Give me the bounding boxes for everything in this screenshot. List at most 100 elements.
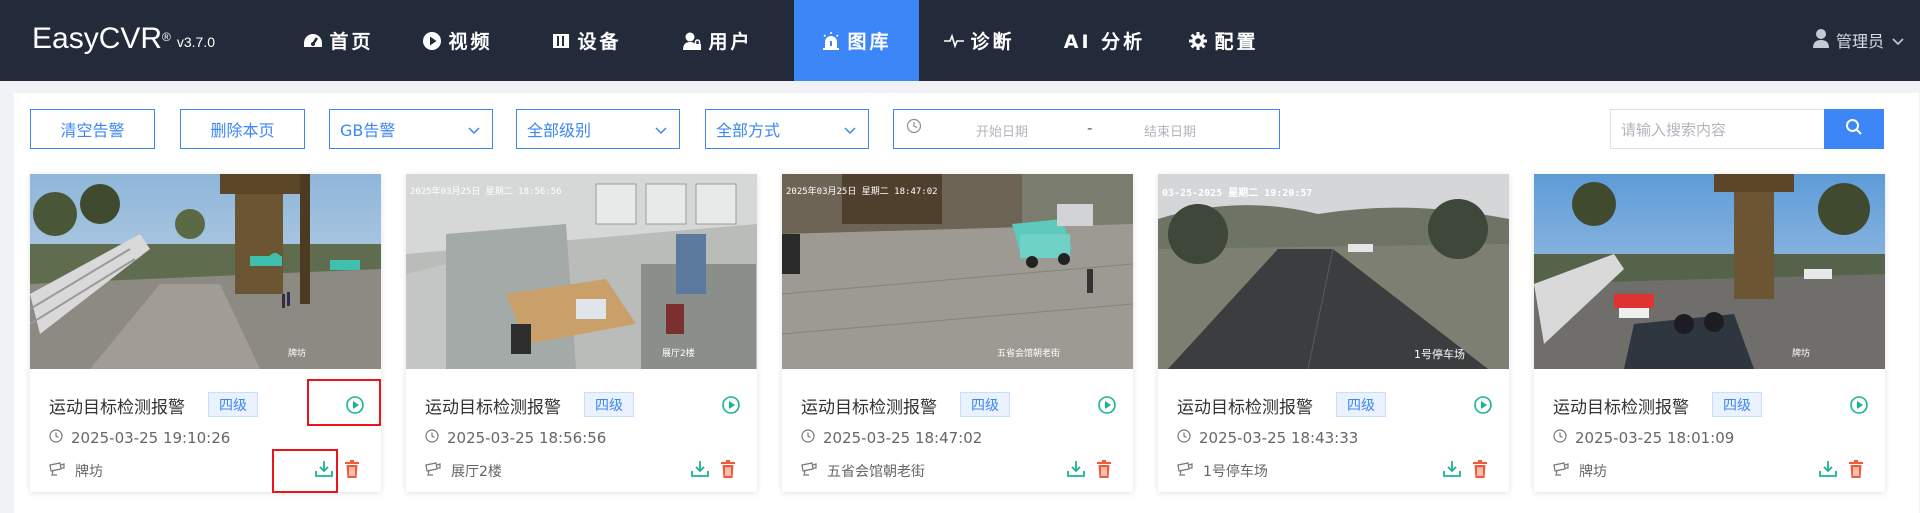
method-select[interactable]: 全部方式	[705, 109, 869, 149]
trash-icon[interactable]	[1094, 459, 1114, 479]
chevron-down-icon	[468, 122, 480, 141]
alarm-title: 运动目标检测报警	[1553, 398, 1689, 418]
alarm-type-select[interactable]: GB告警	[329, 109, 493, 149]
video-timestamp: 03-25-2025 星期二 19:20:57	[1162, 188, 1313, 199]
alarm-title: 运动目标检测报警	[49, 398, 185, 418]
overlay-location: 牌坊	[1792, 349, 1811, 359]
download-icon[interactable]	[1818, 459, 1838, 479]
alarm-location: 1号停车场	[1177, 461, 1268, 481]
overlay-location: 五省会馆朝老街	[997, 349, 1061, 359]
download-icon[interactable]	[1442, 459, 1462, 479]
chevron-down-icon	[655, 122, 667, 141]
video-timestamp: 2025年03月25日 星期二 18:56:56	[410, 187, 562, 197]
play-icon[interactable]	[1473, 395, 1493, 415]
alarm-card[interactable]: 牌坊 运动目标检测报警 四级 2025-03-25 18:01:09 牌坊	[1534, 174, 1885, 492]
play-icon[interactable]	[1097, 395, 1117, 415]
alarm-location: 牌坊	[1553, 461, 1607, 481]
search-icon	[1845, 118, 1863, 140]
clock-icon	[1553, 429, 1567, 447]
camera-icon	[49, 462, 65, 480]
alarm-card[interactable]: 2025年03月25日 星期二 18:47:02 五省会馆朝老街 运动目标检测报…	[782, 174, 1133, 492]
nav-diagnosis[interactable]: 诊断	[917, 0, 1042, 81]
level-select[interactable]: 全部级别	[516, 109, 680, 149]
video-timestamp: 2025年03月25日 星期二 18:47:02	[786, 187, 938, 197]
alarm-time: 2025-03-25 19:10:26	[49, 429, 230, 447]
trash-icon[interactable]	[1470, 459, 1490, 479]
snapshot-image[interactable]: 2025年03月25日 星期二 18:56:56 展厅2楼	[406, 174, 757, 369]
alarm-time: 2025-03-25 18:01:09	[1553, 429, 1734, 447]
level-badge: 四级	[960, 392, 1010, 417]
alarm-title: 运动目标检测报警	[801, 398, 937, 418]
app-logo: EasyCVR	[32, 22, 163, 55]
nav-ai-analysis[interactable]: AI 分析	[1042, 0, 1167, 81]
overlay-location: 1号停车场	[1414, 348, 1465, 361]
device-icon	[551, 31, 571, 51]
clear-alarms-button[interactable]: 清空告警	[30, 109, 155, 149]
top-navbar: EasyCVR ® v3.7.0 首页 视频 设备 用户 图库 诊断 AI 分析…	[0, 0, 1920, 81]
nav-config[interactable]: 配置	[1161, 0, 1286, 81]
play-icon[interactable]	[721, 395, 741, 415]
app-version: ® v3.7.0	[162, 30, 215, 50]
alarm-card[interactable]: 2025年03月25日 星期二 18:56:56 展厅2楼 运动目标检测报警 四…	[406, 174, 757, 492]
chevron-down-icon	[1892, 31, 1904, 50]
camera-icon	[425, 462, 441, 480]
main-nav: 首页 视频 设备 用户 图库 诊断 AI 分析 配置	[260, 0, 1286, 81]
play-icon[interactable]	[1849, 395, 1869, 415]
alarm-icon	[821, 31, 841, 51]
date-separator: -	[1087, 119, 1093, 137]
snapshot-image[interactable]: 03-25-2025 星期二 19:20:57 1号停车场	[1158, 174, 1509, 369]
level-badge: 四级	[1336, 392, 1386, 417]
download-icon[interactable]	[1066, 459, 1086, 479]
alarm-time: 2025-03-25 18:47:02	[801, 429, 982, 447]
delete-page-button[interactable]: 删除本页	[180, 109, 305, 149]
user-lock-icon	[682, 31, 702, 51]
nav-gallery[interactable]: 图库	[794, 0, 919, 81]
alarm-location: 五省会馆朝老街	[801, 461, 925, 481]
trash-icon[interactable]	[342, 459, 362, 479]
clock-icon	[801, 429, 815, 447]
camera-icon	[1553, 462, 1569, 480]
alarm-card[interactable]: 03-25-2025 星期二 19:20:57 1号停车场 运动目标检测报警 四…	[1158, 174, 1509, 492]
download-icon[interactable]	[690, 459, 710, 479]
alarm-time: 2025-03-25 18:43:33	[1177, 429, 1358, 447]
level-badge: 四级	[208, 392, 258, 417]
end-date-input[interactable]: 结束日期	[1144, 121, 1196, 140]
overlay-location: 牌坊	[288, 349, 307, 359]
snapshot-image[interactable]: 牌坊	[1534, 174, 1885, 369]
date-range-picker[interactable]: 开始日期 - 结束日期	[893, 109, 1280, 149]
highlight-box-play	[307, 379, 381, 426]
alarm-title: 运动目标检测报警	[1177, 398, 1313, 418]
clock-icon	[49, 429, 63, 447]
highlight-box-download	[272, 449, 338, 493]
trash-icon[interactable]	[1846, 459, 1866, 479]
chevron-down-icon	[844, 122, 856, 141]
camera-icon	[1177, 462, 1193, 480]
camera-icon	[801, 462, 817, 480]
dashboard-icon	[303, 31, 323, 51]
snapshot-image[interactable]: 2025年03月25日 星期二 18:47:02 五省会馆朝老街	[782, 174, 1133, 369]
alarm-card[interactable]: 牌坊 运动目标检测报警 四级 2025-03-25 19:10:26 牌坊	[30, 174, 381, 492]
alarm-time: 2025-03-25 18:56:56	[425, 429, 606, 447]
search-button[interactable]	[1824, 109, 1884, 149]
play-circle-icon	[422, 31, 442, 51]
level-badge: 四级	[1712, 392, 1762, 417]
user-name: 管理员	[1835, 32, 1884, 51]
pulse-icon	[944, 31, 965, 51]
snapshot-image[interactable]: 牌坊	[30, 174, 381, 369]
clock-icon	[1177, 429, 1191, 447]
alarm-location: 展厅2楼	[425, 461, 502, 481]
nav-video[interactable]: 视频	[395, 0, 520, 81]
nav-devices[interactable]: 设备	[524, 0, 649, 81]
alarm-location: 牌坊	[49, 461, 103, 481]
gear-icon	[1188, 31, 1208, 51]
start-date-input[interactable]: 开始日期	[976, 121, 1028, 140]
clock-icon	[906, 118, 922, 138]
nav-users[interactable]: 用户	[655, 0, 780, 81]
nav-home[interactable]: 首页	[276, 0, 401, 81]
user-menu[interactable]: 管理员	[1812, 28, 1904, 52]
trash-icon[interactable]	[718, 459, 738, 479]
overlay-location: 展厅2楼	[662, 349, 695, 359]
clock-icon	[425, 429, 439, 447]
search-input[interactable]: 请输入搜索内容	[1610, 109, 1824, 149]
user-icon	[1812, 28, 1830, 52]
